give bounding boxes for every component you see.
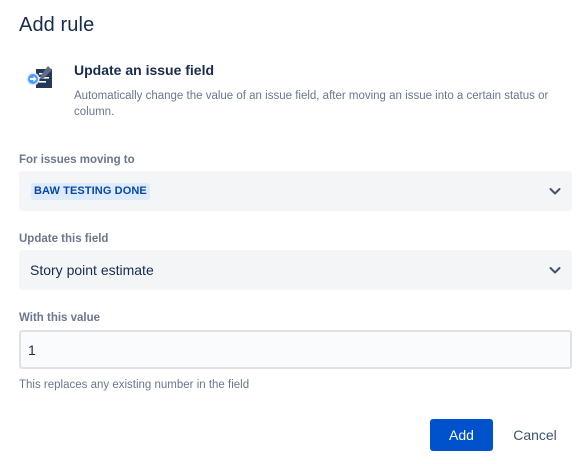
with-value-label: With this value bbox=[19, 312, 101, 324]
chevron-down-icon bbox=[548, 263, 562, 277]
with-value-helper: This replaces any existing number in the… bbox=[19, 379, 250, 391]
moving-to-select[interactable]: BAW TESTING DONE bbox=[19, 171, 572, 211]
dialog-title: Add rule bbox=[19, 14, 95, 36]
rule-description: Automatically change the value of an iss… bbox=[74, 90, 549, 118]
update-field-label: Update this field bbox=[19, 233, 109, 245]
chevron-down-icon bbox=[548, 184, 562, 198]
add-button[interactable]: Add bbox=[430, 419, 493, 451]
moving-to-label: For issues moving to bbox=[19, 154, 135, 166]
update-field-icon bbox=[26, 64, 58, 92]
status-lozenge: BAW TESTING DONE bbox=[31, 183, 150, 200]
update-field-value: Story point estimate bbox=[30, 262, 154, 278]
cancel-button[interactable]: Cancel bbox=[503, 419, 567, 451]
with-value-input[interactable] bbox=[19, 330, 572, 369]
rule-heading: Update an issue field bbox=[74, 62, 215, 78]
add-rule-dialog: Add rule Update an issue field Automatic… bbox=[0, 0, 587, 464]
update-field-select[interactable]: Story point estimate bbox=[19, 250, 572, 290]
